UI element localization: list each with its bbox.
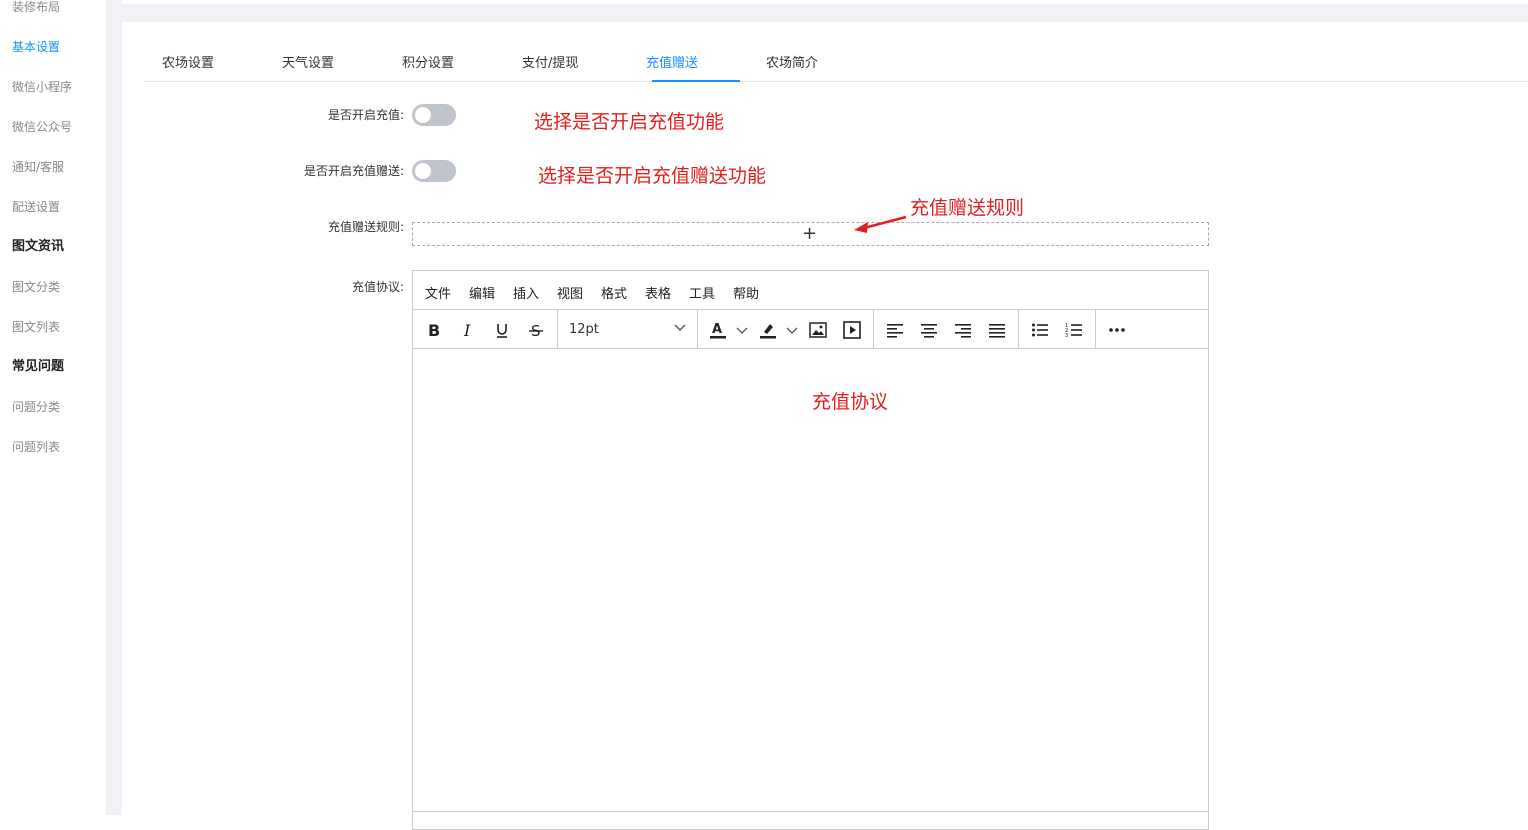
sidebar-item-notify-service[interactable]: 通知/客服	[12, 159, 64, 175]
bonus-enable-label: 是否开启充值赠送:	[303, 164, 404, 178]
svg-text:I: I	[463, 322, 471, 338]
annotation-rules: 充值赠送规则	[910, 197, 1025, 219]
svg-text:S: S	[531, 322, 541, 338]
align-left-icon[interactable]	[883, 318, 907, 342]
toolbar-separator	[1018, 310, 1019, 348]
sidebar-item-decor-layout[interactable]: 装修布局	[12, 0, 60, 15]
align-justify-icon[interactable]	[985, 318, 1009, 342]
annotation-recharge: 选择是否开启充值功能	[534, 111, 725, 133]
frame-left	[106, 0, 122, 815]
bonus-enable-switch[interactable]	[412, 160, 456, 182]
menu-file[interactable]: 文件	[425, 283, 451, 302]
menu-table[interactable]: 表格	[645, 283, 671, 302]
svg-text:A: A	[712, 322, 722, 337]
menu-edit[interactable]: 编辑	[469, 283, 495, 302]
tab-bar: 农场设置 天气设置 积分设置 支付/提现 充值赠送 农场简介	[144, 40, 1528, 82]
main-content: 农场设置 天气设置 积分设置 支付/提现 充值赠送 农场简介 是否开启充值: 选…	[122, 22, 1528, 830]
text-color-icon[interactable]: A	[706, 318, 730, 342]
font-size-select[interactable]: 12pt	[569, 322, 599, 337]
chevron-down-icon[interactable]	[673, 320, 687, 334]
chevron-down-icon[interactable]	[736, 324, 748, 336]
frame-top-strip	[122, 0, 1528, 4]
toolbar-separator	[873, 310, 874, 348]
menu-insert[interactable]: 插入	[513, 283, 539, 302]
rich-text-editor: 文件 编辑 插入 视图 格式 表格 工具 帮助 B I S 12pt A 1 2…	[412, 270, 1209, 830]
sidebar-group-articles: 图文资讯	[12, 239, 65, 254]
menu-format[interactable]: 格式	[601, 283, 627, 302]
switch-knob	[415, 107, 431, 123]
menu-view[interactable]: 视图	[557, 283, 583, 302]
rules-label: 充值赠送规则:	[327, 220, 404, 234]
editor-statusbar-divider	[413, 811, 1208, 812]
annotation-agreement: 充值协议	[812, 391, 889, 413]
switch-knob	[415, 163, 431, 179]
sidebar: 装修布局 基本设置 微信小程序 微信公众号 通知/客服 配送设置 图文资讯 图文…	[0, 0, 106, 815]
bold-icon[interactable]: B	[422, 318, 446, 342]
recharge-enable-switch[interactable]	[412, 104, 456, 126]
editor-content-area[interactable]	[413, 350, 1208, 830]
toolbar-separator	[697, 310, 698, 348]
svg-text:3: 3	[1065, 333, 1068, 338]
underline-icon[interactable]	[490, 318, 514, 342]
more-icon[interactable]	[1105, 318, 1129, 342]
tab-recharge-bonus[interactable]: 充值赠送	[646, 52, 698, 71]
sidebar-item-faq-category[interactable]: 问题分类	[12, 399, 60, 415]
bullet-list-icon[interactable]	[1028, 318, 1052, 342]
tab-points-settings[interactable]: 积分设置	[402, 52, 454, 71]
svg-text:B: B	[428, 322, 440, 338]
sidebar-item-article-list[interactable]: 图文列表	[12, 319, 60, 335]
tab-active-indicator	[652, 80, 740, 82]
highlight-icon[interactable]	[756, 318, 780, 342]
menu-tools[interactable]: 工具	[689, 283, 715, 302]
align-center-icon[interactable]	[917, 318, 941, 342]
agreement-label: 充值协议:	[351, 280, 404, 294]
editor-toolbar: B I S 12pt A 1 2 3	[413, 310, 1208, 349]
menu-help[interactable]: 帮助	[733, 283, 759, 302]
numbered-list-icon[interactable]: 123	[1062, 318, 1086, 342]
sidebar-item-wechat-mini[interactable]: 微信小程序	[12, 79, 72, 95]
image-icon[interactable]	[806, 318, 830, 342]
media-icon[interactable]	[840, 318, 864, 342]
sidebar-group-faq: 常见问题	[12, 359, 65, 374]
italic-icon[interactable]: I	[456, 318, 480, 342]
annotation-bonus: 选择是否开启充值赠送功能	[538, 165, 767, 187]
plus-icon[interactable]: +	[802, 224, 817, 244]
sidebar-item-faq-list[interactable]: 问题列表	[12, 439, 60, 455]
sidebar-item-wechat-official[interactable]: 微信公众号	[12, 119, 72, 135]
toolbar-separator	[557, 310, 558, 348]
sidebar-item-delivery[interactable]: 配送设置	[12, 199, 60, 215]
tab-weather-settings[interactable]: 天气设置	[282, 52, 334, 71]
add-rule-area[interactable]: +	[412, 222, 1209, 246]
editor-menubar: 文件 编辑 插入 视图 格式 表格 工具 帮助	[413, 271, 1208, 310]
recharge-enable-label: 是否开启充值:	[327, 108, 404, 122]
arrow-annotation-icon	[854, 215, 907, 233]
tab-farm-intro[interactable]: 农场简介	[766, 52, 818, 71]
toolbar-separator	[1095, 310, 1096, 348]
tab-payment-withdraw[interactable]: 支付/提现	[522, 52, 578, 71]
tab-farm-settings[interactable]: 农场设置	[162, 52, 214, 71]
strikethrough-icon[interactable]: S	[524, 318, 548, 342]
sidebar-item-article-category[interactable]: 图文分类	[12, 279, 60, 295]
align-right-icon[interactable]	[951, 318, 975, 342]
chevron-down-icon[interactable]	[786, 324, 798, 336]
sidebar-item-basic-settings[interactable]: 基本设置	[12, 39, 60, 55]
